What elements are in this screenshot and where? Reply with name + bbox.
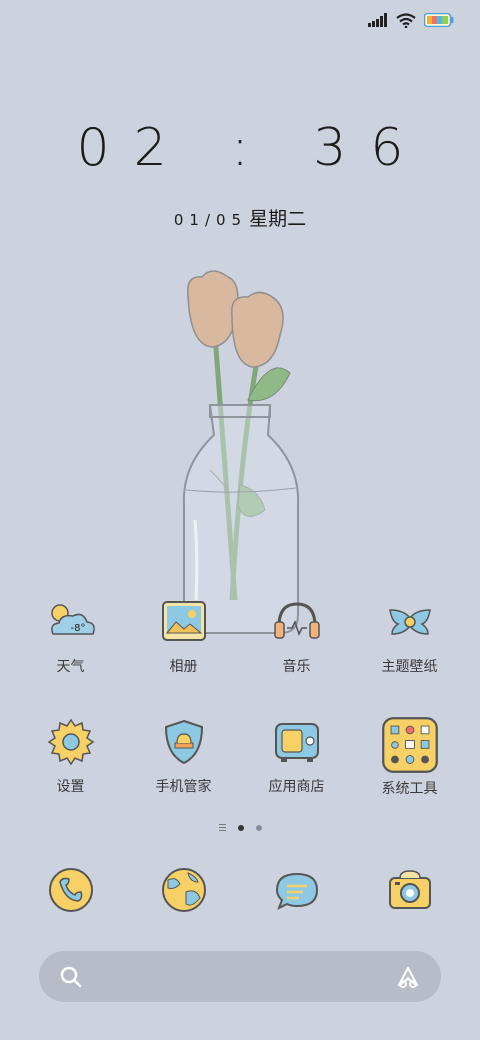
page-indicator[interactable]: [0, 824, 480, 831]
weather-icon: -8°: [50, 604, 95, 635]
app-label: 系统工具: [381, 781, 438, 797]
wifi-icon: [396, 12, 416, 28]
tulip-vase-wallpaper: [182, 270, 300, 634]
dock-phone[interactable]: [14, 866, 127, 914]
app-label: 主题壁纸: [381, 659, 438, 675]
system-tools-icon: [381, 717, 438, 773]
status-bar: [368, 10, 454, 30]
page-dot: [255, 824, 262, 831]
date-number: 01/05: [173, 211, 248, 229]
assistant-icon[interactable]: [395, 964, 421, 990]
themes-icon: [388, 609, 431, 635]
app-store[interactable]: 应用商店: [240, 716, 353, 796]
browser-icon: [161, 868, 206, 912]
app-security[interactable]: 手机管家: [127, 716, 240, 796]
battery-icon: [424, 13, 454, 27]
gallery-icon: [161, 601, 206, 641]
app-label: 音乐: [282, 659, 311, 675]
dock-browser[interactable]: [127, 866, 240, 914]
page-menu-icon: [218, 824, 226, 831]
messages-icon: [275, 872, 318, 911]
app-weather[interactable]: -8° 天气: [14, 596, 127, 676]
dock-camera[interactable]: [353, 866, 466, 914]
weather-temp: -8°: [70, 623, 85, 634]
page-dot-active: [237, 824, 244, 831]
app-label: 相册: [169, 659, 198, 675]
search-icon: [60, 966, 82, 988]
music-icon: [273, 602, 320, 639]
security-icon: [164, 719, 203, 765]
dock-messages[interactable]: [240, 866, 353, 914]
app-music[interactable]: 音乐: [240, 596, 353, 676]
signal-icon: [368, 13, 387, 27]
app-label: 应用商店: [268, 779, 325, 795]
app-label: 天气: [56, 659, 85, 675]
camera-icon: [388, 870, 431, 909]
settings-icon: [47, 718, 94, 766]
app-settings[interactable]: 设置: [14, 716, 127, 796]
app-label: 设置: [56, 779, 85, 795]
lockscreen-date: 01/05 星期二: [0, 204, 480, 231]
phone-icon: [48, 868, 93, 912]
search-bar[interactable]: [39, 951, 441, 1002]
app-system-tools[interactable]: 系统工具: [353, 716, 466, 798]
app-store-icon: [274, 723, 319, 762]
app-gallery[interactable]: 相册: [127, 596, 240, 676]
lockscreen-clock: 02 : 36: [76, 118, 428, 178]
app-themes[interactable]: 主题壁纸: [353, 596, 466, 676]
app-label: 手机管家: [155, 779, 212, 795]
weekday: 星期二: [249, 208, 307, 230]
